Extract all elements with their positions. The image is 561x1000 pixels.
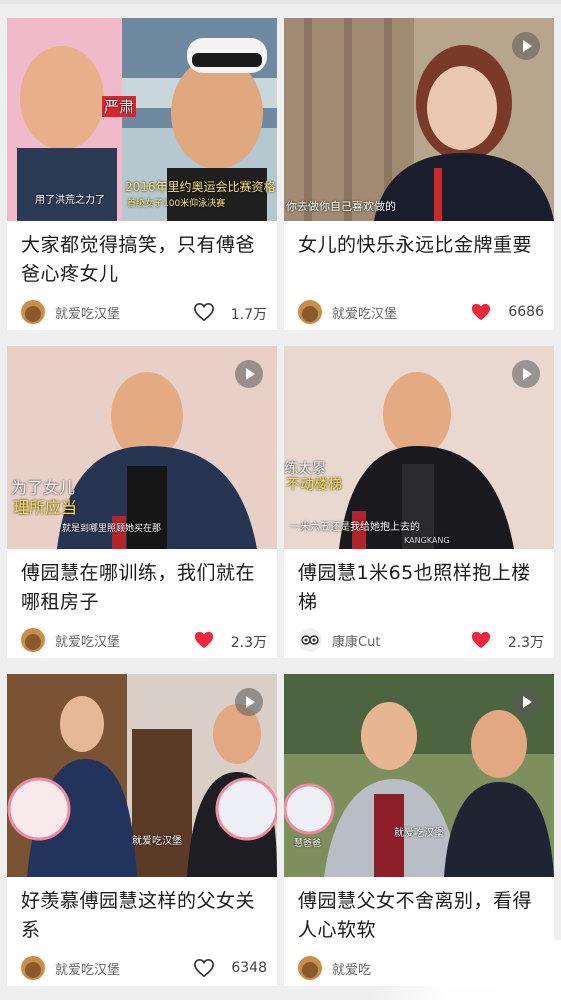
author-name[interactable]: 就爱吃: [332, 959, 371, 978]
video-card-1[interactable]: 严肃 用了洪荒之力了 2016年里约奥运会比赛资格 首级女子100米仰泳决赛 大…: [7, 18, 277, 330]
author-avatar[interactable]: [298, 300, 322, 324]
like-button[interactable]: 2.3万: [187, 629, 267, 651]
heart-outline-icon: [194, 958, 214, 978]
video-title[interactable]: 女儿的快乐永远比金牌重要: [298, 231, 544, 260]
overlay-caption: 首级女子100米仰泳决赛: [127, 199, 226, 209]
overlay-caption: 理所应当: [13, 498, 78, 517]
video-card-3[interactable]: 为了女儿 理所应当 就是到哪里照顾她买在那 傅园慧在哪训练，我们就在哪租房子 就…: [7, 346, 277, 658]
overlay-caption: 不动楼梯: [286, 477, 342, 493]
like-button[interactable]: 6686: [464, 301, 544, 323]
heart-filled-icon: [471, 303, 491, 321]
bottom-fade-overlay: [370, 940, 561, 1000]
video-card-4[interactable]: 练太累 不动楼梯 一米六五还是我给她抱上去的 KANGKANG 傅园慧1米65也…: [284, 346, 554, 658]
play-icon: [512, 32, 540, 60]
overlay-caption: 就爱吃汉堡: [394, 828, 444, 839]
video-thumbnail[interactable]: 练太累 不动楼梯 一米六五还是我给她抱上去的 KANGKANG: [284, 346, 554, 549]
play-icon: [235, 360, 263, 388]
like-count: 2.3万: [507, 635, 544, 651]
video-thumbnail[interactable]: 你去做你自己喜欢做的: [284, 18, 554, 221]
overlay-caption: 就是到哪里照顾她买在那: [62, 524, 162, 534]
video-thumbnail[interactable]: 就爱吃汉堡: [7, 674, 277, 877]
author-avatar[interactable]: [298, 628, 322, 652]
video-title[interactable]: 大家都觉得搞笑，只有傅爸爸心疼女儿: [21, 231, 267, 289]
top-divider: [0, 0, 561, 4]
author-name[interactable]: 就爱吃汉堡: [55, 631, 120, 650]
like-button[interactable]: 1.7万: [187, 301, 267, 323]
heart-outline-icon: [194, 302, 214, 322]
like-count: 6348: [231, 960, 267, 976]
video-title[interactable]: 傅园慧父女不舍离别，看得人心软软: [298, 887, 544, 945]
video-title[interactable]: 傅园慧1米65也照样抱上楼梯: [298, 559, 544, 617]
overlay-caption: 你去做你自己喜欢做的: [286, 200, 396, 213]
author-name[interactable]: 就爱吃汉堡: [55, 303, 120, 322]
heart-filled-icon: [471, 631, 491, 649]
overlay-caption: 严肃: [102, 96, 137, 117]
card-meta: 就爱吃汉堡 2.3万: [21, 626, 267, 654]
author-avatar[interactable]: [21, 956, 45, 980]
card-meta: 就爱吃汉堡 6348: [21, 954, 267, 982]
author-avatar[interactable]: [298, 956, 322, 980]
overlay-caption: 用了洪荒之力了: [35, 195, 105, 206]
author-avatar[interactable]: [21, 628, 45, 652]
like-button[interactable]: 6348: [187, 957, 267, 979]
author-name[interactable]: 就爱吃汉堡: [55, 959, 120, 978]
author-name[interactable]: 就爱吃汉堡: [332, 303, 397, 322]
video-thumbnail[interactable]: 严肃 用了洪荒之力了 2016年里约奥运会比赛资格 首级女子100米仰泳决赛: [7, 18, 277, 221]
like-count: 6686: [508, 304, 544, 320]
heart-filled-icon: [194, 631, 214, 649]
overlay-caption: 慧爸爸: [294, 839, 322, 849]
overlay-caption: KANGKANG: [404, 536, 450, 545]
play-icon: [235, 688, 263, 716]
card-meta: 就爱吃汉堡 6686: [298, 298, 544, 326]
overlay-caption: 2016年里约奥运会比赛资格: [125, 180, 276, 194]
author-avatar[interactable]: [21, 300, 45, 324]
video-thumbnail[interactable]: 为了女儿 理所应当 就是到哪里照顾她买在那: [7, 346, 277, 549]
video-card-2[interactable]: 你去做你自己喜欢做的 女儿的快乐永远比金牌重要 就爱吃汉堡 6686: [284, 18, 554, 330]
like-count: 2.3万: [230, 635, 267, 651]
card-meta: 就爱吃汉堡 1.7万: [21, 298, 267, 326]
like-button[interactable]: 2.3万: [464, 629, 544, 651]
video-thumbnail[interactable]: 就爱吃汉堡 慧爸爸: [284, 674, 554, 877]
like-count: 1.7万: [230, 307, 267, 323]
overlay-caption: 一米六五还是我给她抱上去的: [290, 522, 420, 533]
video-card-5[interactable]: 就爱吃汉堡 好羡慕傅园慧这样的父女关系 就爱吃汉堡 6348: [7, 674, 277, 986]
play-icon: [512, 688, 540, 716]
card-meta: 康康Cut 2.3万: [298, 626, 544, 654]
video-title[interactable]: 傅园慧在哪训练，我们就在哪租房子: [21, 559, 267, 617]
video-title[interactable]: 好羡慕傅园慧这样的父女关系: [21, 887, 267, 945]
author-name[interactable]: 康康Cut: [332, 631, 380, 650]
play-icon: [512, 360, 540, 388]
overlay-caption: 就爱吃汉堡: [132, 836, 182, 847]
